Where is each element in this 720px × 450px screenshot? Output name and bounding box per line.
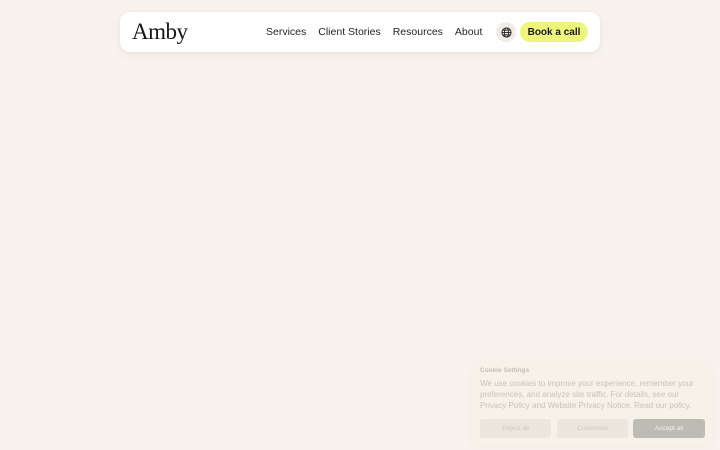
cookie-text: We use cookies to improve your experienc… bbox=[480, 379, 694, 410]
book-a-call-button[interactable]: Book a call bbox=[520, 22, 588, 42]
nav-item-resources[interactable]: Resources bbox=[393, 26, 443, 38]
cookie-actions: Reject all Customize Accept all bbox=[480, 419, 705, 438]
main-nav: Services Client Stories Resources About bbox=[266, 12, 482, 52]
nav-item-about[interactable]: About bbox=[455, 26, 482, 38]
customize-button[interactable]: Customize bbox=[557, 419, 628, 438]
language-button[interactable] bbox=[496, 22, 516, 42]
page: Amby Services Client Stories Resources A… bbox=[0, 0, 720, 450]
cookie-title: Cookie Settings bbox=[480, 367, 530, 374]
globe-icon bbox=[500, 26, 512, 38]
nav-item-services[interactable]: Services bbox=[266, 26, 306, 38]
logo[interactable]: Amby bbox=[132, 19, 188, 45]
cookie-banner: Cookie Settings We use cookies to improv… bbox=[472, 361, 712, 446]
nav-item-client-stories[interactable]: Client Stories bbox=[318, 26, 380, 38]
site-header: Amby Services Client Stories Resources A… bbox=[120, 12, 600, 52]
accept-all-button[interactable]: Accept all bbox=[633, 419, 705, 438]
reject-all-button[interactable]: Reject all bbox=[480, 419, 551, 438]
